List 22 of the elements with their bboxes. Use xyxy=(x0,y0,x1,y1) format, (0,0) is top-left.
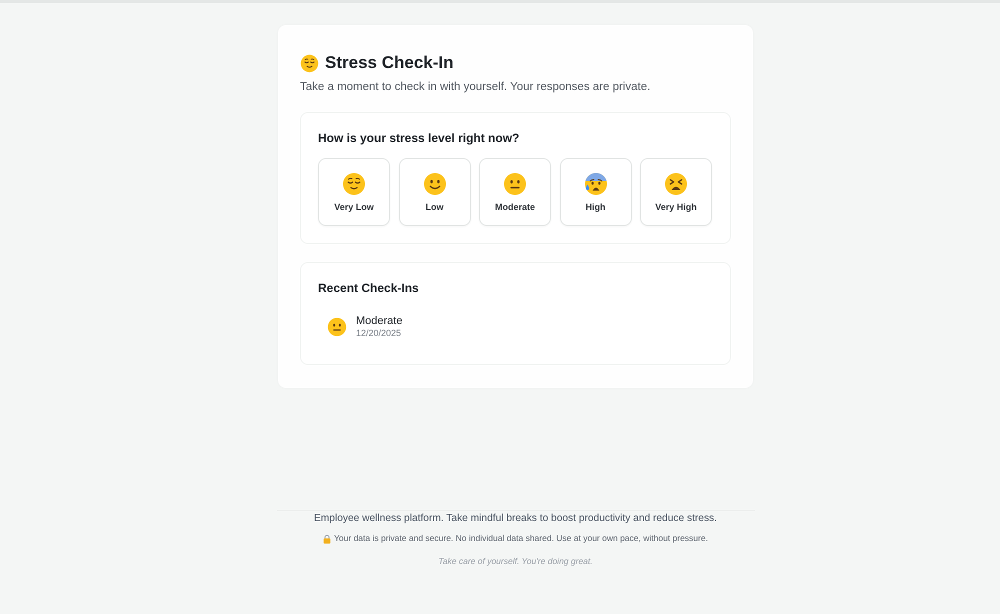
smile-face-icon xyxy=(422,172,446,196)
stress-option-button[interactable]: Moderate xyxy=(479,158,551,226)
neutral-face-icon xyxy=(327,317,347,337)
lock-icon xyxy=(323,534,332,544)
neutral-face-icon xyxy=(503,172,527,196)
relieved-face-icon xyxy=(300,54,319,72)
stress-option-button[interactable]: High xyxy=(560,158,632,226)
anxious-face-icon xyxy=(584,172,608,196)
question-heading: How is your stress level right now? xyxy=(318,130,520,146)
page-title: Stress Check-In xyxy=(325,52,454,74)
footer-tagline: Employee wellness platform. Take mindful breaks to boost productivity and reduce stress. xyxy=(314,512,717,526)
stress-option-button[interactable]: Very High xyxy=(640,158,712,226)
relieved-face-icon xyxy=(342,172,366,196)
page-subtitle: Take a moment to check in with yourself. Your responses are private. xyxy=(300,80,652,95)
tired-face-icon xyxy=(664,172,688,196)
stress-option-button[interactable]: Low xyxy=(398,158,470,226)
check-in-date: 12/20/2025 xyxy=(356,328,402,339)
recent-heading: Recent Check-Ins xyxy=(318,280,420,296)
privacy-note: Your data is private and secure. No individual data shared. Use at your own pace, without pressure. xyxy=(334,533,708,544)
check-in-level: Moderate xyxy=(356,315,402,328)
stress-option-button[interactable]: Very Low xyxy=(318,158,390,226)
encouragement-text: Take care of yourself. You're doing great. xyxy=(438,556,593,567)
